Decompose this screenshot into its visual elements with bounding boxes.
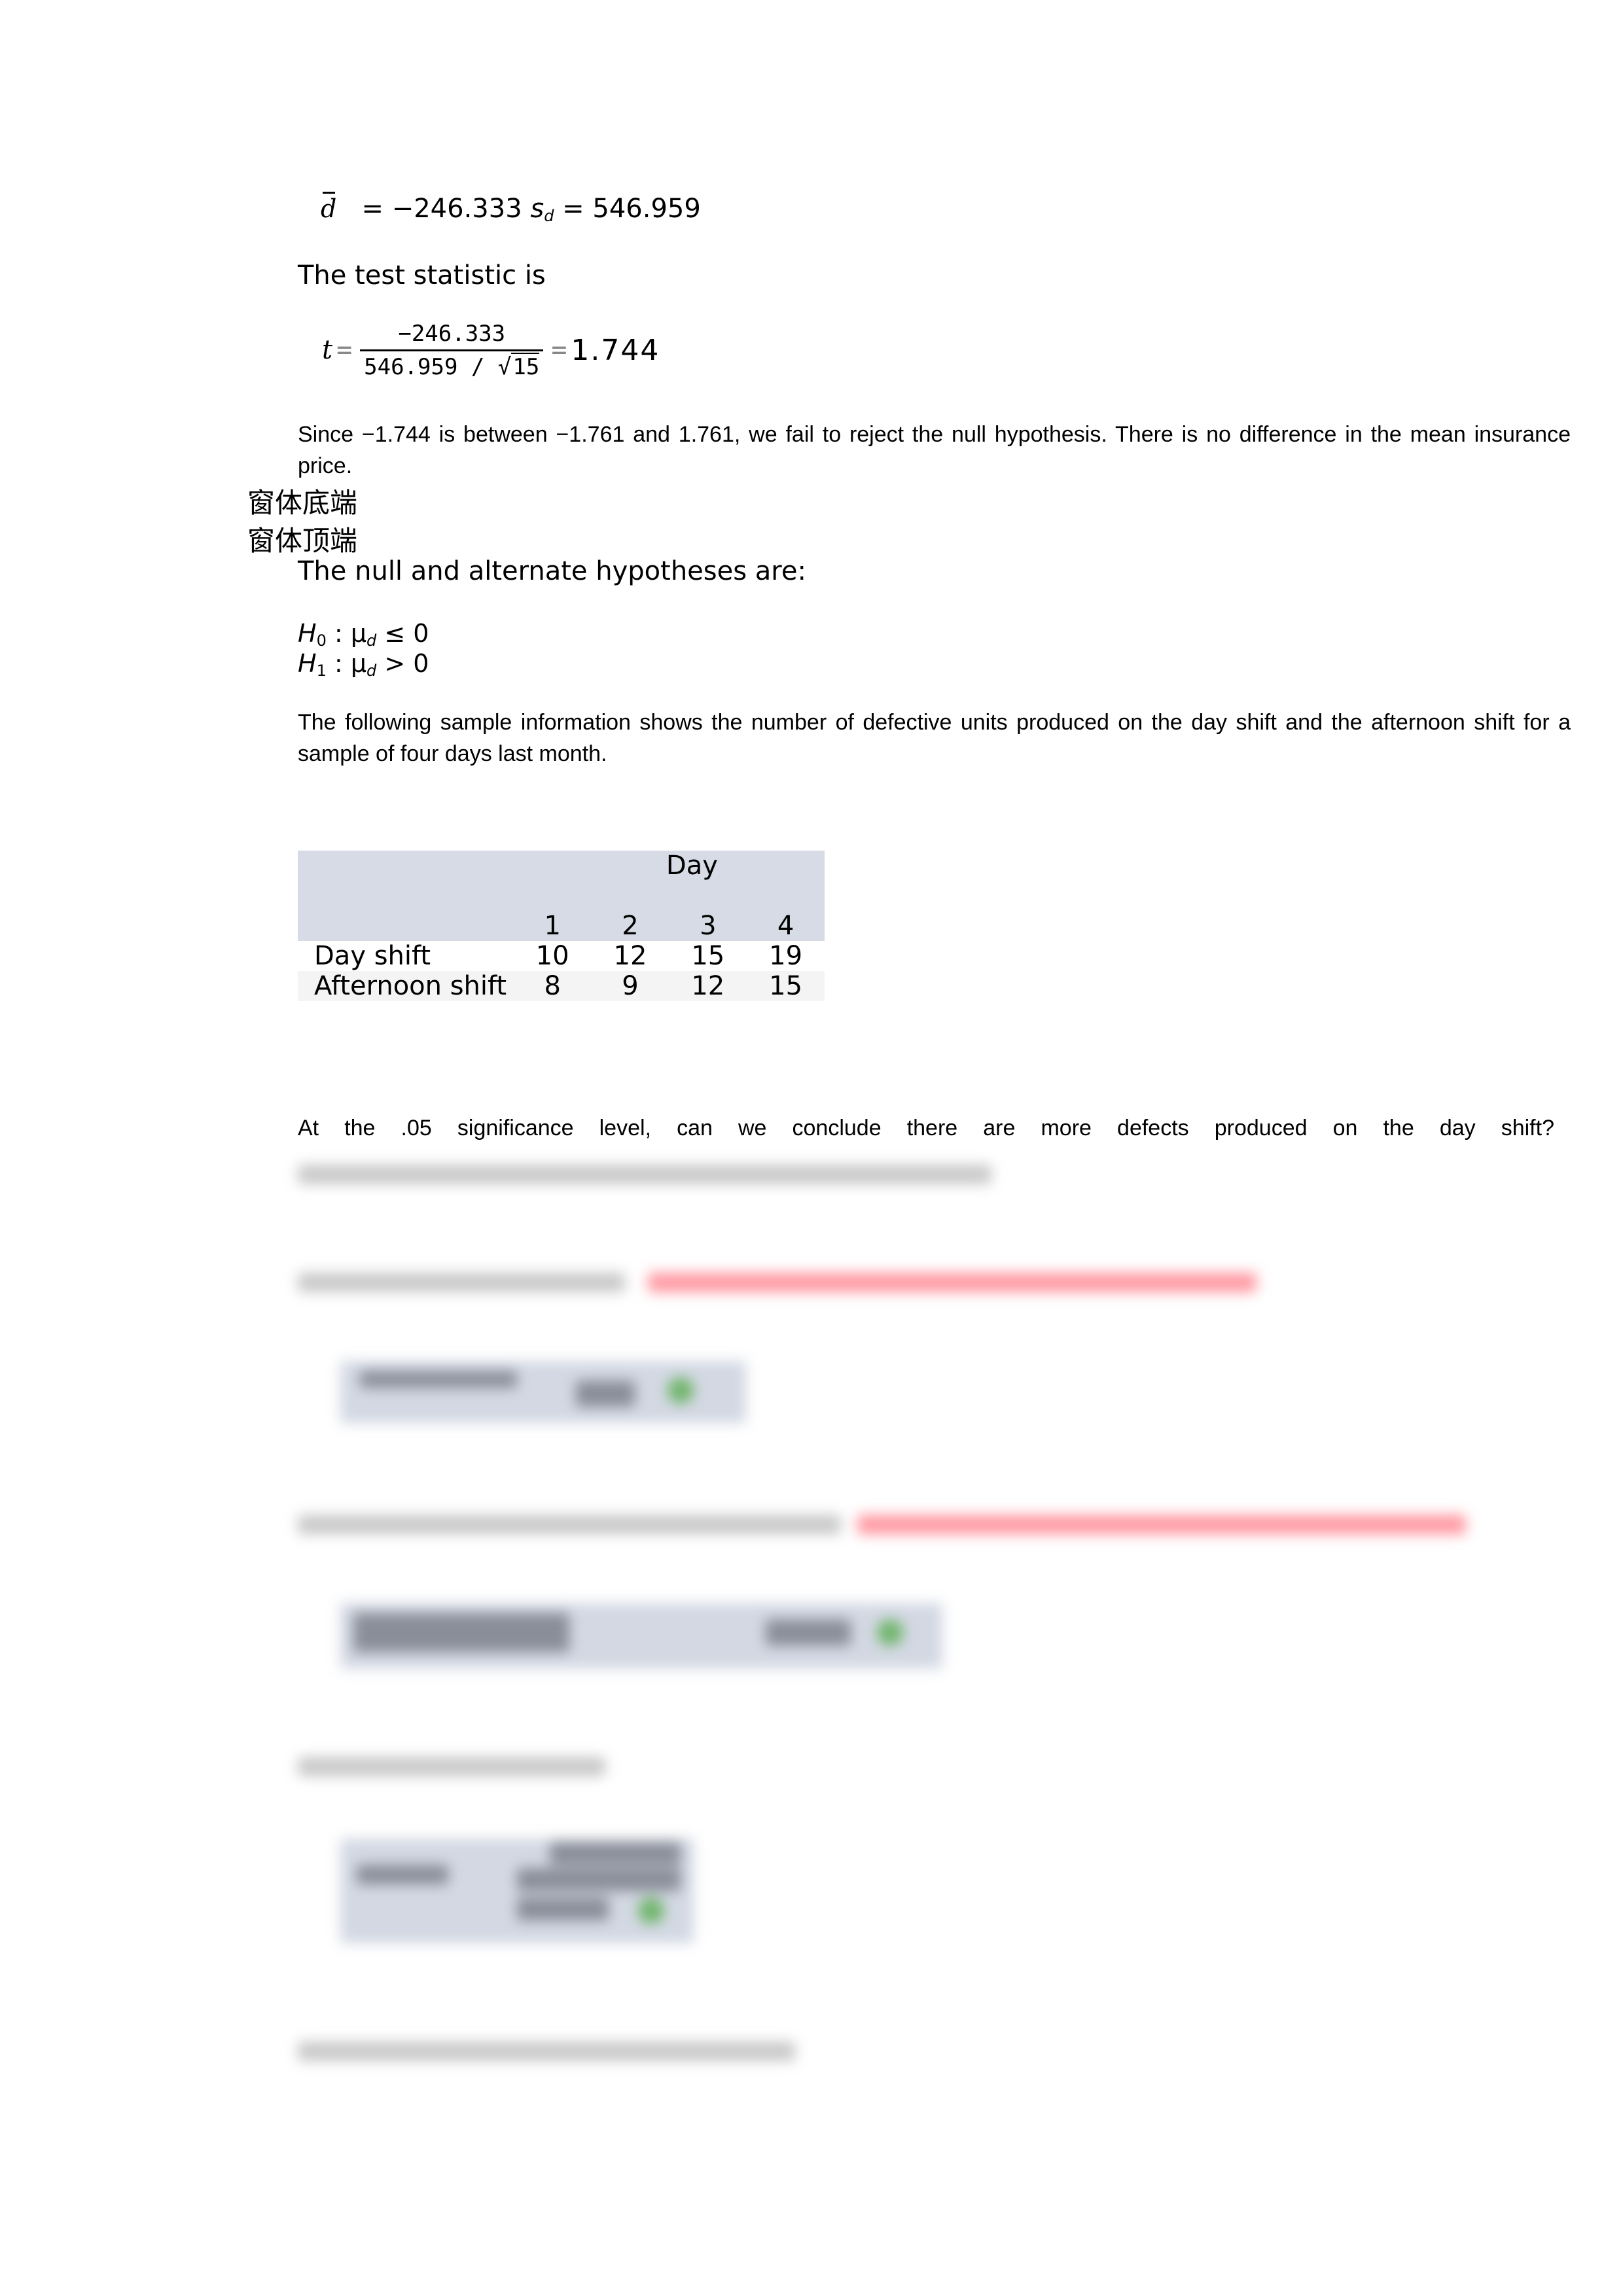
table-cell: 12 — [591, 941, 669, 971]
day-header: 2 — [591, 911, 669, 941]
table-row: Day shift 10 12 15 19 — [298, 941, 825, 971]
blurred-note-line — [298, 1165, 991, 1184]
blurred-part2-instruction — [857, 1515, 1466, 1534]
blurred-answer-value-2 — [766, 1619, 851, 1646]
row-label: Day shift — [298, 941, 514, 971]
h0-mu: : μ — [326, 619, 366, 648]
blurred-part1-instruction — [648, 1273, 1257, 1292]
check-icon — [877, 1619, 903, 1646]
day-header: 3 — [669, 911, 747, 941]
sample-info-paragraph: The following sample information shows t… — [298, 710, 1571, 766]
table-group-header-row: Day — [298, 851, 825, 886]
table-cell: 15 — [669, 941, 747, 971]
mean-difference-value: = −246.333 — [361, 194, 522, 224]
blurred-answer-label-2 — [353, 1613, 569, 1652]
denominator-sd: 546.959 / — [364, 353, 498, 380]
blurred-answer-value-1 — [576, 1381, 635, 1407]
check-icon — [668, 1377, 694, 1404]
check-icon — [638, 1898, 664, 1924]
h1-relation: > 0 — [376, 649, 429, 678]
table-cell: 12 — [669, 971, 747, 1001]
table-row: Afternoon shift 8 9 12 15 — [298, 971, 825, 1001]
blurred-answer-select-3a — [550, 1842, 681, 1865]
h1-mu-subscript: d — [366, 662, 377, 680]
table-cell: 9 — [591, 971, 669, 1001]
null-hypothesis: H0 : μd ≤ 0 — [298, 619, 429, 650]
table-cell: 10 — [513, 941, 592, 971]
sqrt-argument: 15 — [511, 352, 540, 380]
h0-mu-subscript: d — [366, 631, 377, 650]
day-header: 1 — [513, 911, 592, 941]
question-text: At the .05 significance level, can we co… — [298, 1116, 1554, 1140]
equals-sign-2: = — [551, 335, 567, 365]
mean-and-sd-line: d = −246.333 sd = 546.959 — [321, 192, 701, 225]
day-header: 4 — [747, 911, 825, 941]
formula-numerator: −246.333 — [398, 320, 506, 347]
table-cell: 8 — [513, 971, 592, 1001]
h1-symbol: H — [298, 649, 317, 678]
blurred-answer-select-3b — [517, 1868, 681, 1891]
table-header-row: 1 2 3 4 — [298, 911, 825, 941]
conclusion-paragraph: Since −1.744 is between −1.761 and 1.761… — [298, 422, 1571, 478]
h0-subscript: 0 — [316, 631, 327, 650]
h0-relation: ≤ 0 — [376, 619, 429, 648]
sd-value: = 546.959 — [562, 194, 701, 224]
blurred-part1-prompt — [298, 1273, 625, 1292]
blurred-answer-region — [288, 1145, 1531, 2061]
defects-table: Day 1 2 3 4 Day shift 10 12 15 19 Aftern… — [298, 851, 825, 1001]
blurred-part4-prompt — [298, 2041, 795, 2061]
form-top-marker: 窗体顶端 — [247, 525, 358, 557]
blurred-answer-label-3 — [357, 1865, 448, 1884]
blurred-part2-prompt — [298, 1515, 841, 1534]
formula-denominator: 546.959 / √15 — [360, 349, 544, 380]
t-statistic-formula: t = −246.333 546.959 / √15 = 1.744 — [322, 314, 660, 386]
sd-symbol: s — [530, 194, 544, 224]
d-bar-symbol: d — [321, 192, 337, 223]
hypotheses-label: The null and alternate hypotheses are: — [298, 556, 806, 586]
t-result: 1.744 — [571, 333, 660, 367]
alternate-hypothesis: H1 : μd > 0 — [298, 649, 429, 680]
h1-mu: : μ — [326, 649, 366, 678]
row-label: Afternoon shift — [298, 971, 514, 1001]
test-statistic-label: The test statistic is — [298, 260, 546, 291]
table-cell: 19 — [747, 941, 825, 971]
day-group-header: Day — [513, 851, 825, 886]
fraction: −246.333 546.959 / √15 — [360, 320, 544, 380]
equals-sign: = — [336, 335, 353, 365]
blurred-answer-select-3c — [517, 1898, 609, 1920]
form-bottom-marker: 窗体底端 — [247, 487, 358, 519]
sqrt-icon: √ — [497, 353, 512, 380]
h0-symbol: H — [298, 619, 317, 648]
h1-subscript: 1 — [316, 662, 327, 680]
t-symbol: t — [322, 335, 333, 365]
blurred-part3-prompt — [298, 1757, 605, 1776]
sd-subscript: d — [544, 207, 554, 225]
table-cell: 15 — [747, 971, 825, 1001]
blurred-answer-label-1 — [360, 1371, 517, 1388]
